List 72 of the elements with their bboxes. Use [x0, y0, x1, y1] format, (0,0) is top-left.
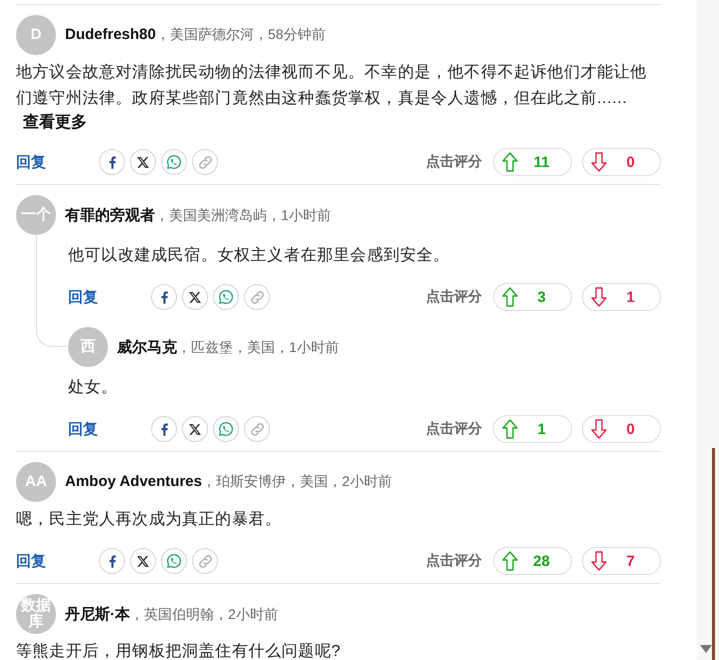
- downvote-button[interactable]: 0: [582, 415, 661, 443]
- facebook-icon: [108, 156, 116, 168]
- whatsapp-icon: [167, 554, 181, 568]
- author-name: Dudefresh80: [65, 26, 156, 43]
- rate-label: 点击评分: [426, 552, 482, 570]
- x-logo-icon: [189, 292, 201, 302]
- x-logo-icon: [189, 424, 201, 434]
- comment-meta: ，珀斯安博伊，美国，2小时前: [202, 473, 392, 489]
- avatar: D: [16, 15, 56, 55]
- arrow-up-icon: [502, 419, 518, 439]
- x-logo-icon: [137, 556, 149, 566]
- downvote-button[interactable]: 1: [582, 283, 661, 311]
- avatar: AA: [16, 462, 56, 502]
- scroll-down-arrow-icon[interactable]: [700, 645, 712, 653]
- upvote-button[interactable]: 28: [493, 547, 572, 575]
- scrollbar-thumb[interactable]: [712, 448, 715, 660]
- comment-meta: ，匹兹堡，美国，1小时前: [177, 338, 339, 354]
- author-name: 丹尼斯·本: [65, 606, 130, 622]
- share-button[interactable]: [151, 284, 177, 310]
- arrow-up-icon: [502, 287, 518, 307]
- avatar: 西: [68, 327, 108, 367]
- arrow-up-icon: [502, 551, 518, 571]
- reply-link[interactable]: 回复: [16, 552, 46, 570]
- upvote-button[interactable]: 3: [493, 283, 572, 311]
- whatsapp-icon: [219, 422, 233, 436]
- comment-text: 处女。: [68, 378, 119, 398]
- share-button[interactable]: [130, 548, 156, 574]
- share-button[interactable]: [99, 149, 125, 175]
- share-button[interactable]: [99, 548, 125, 574]
- comment-text: 他可以改建成民宿。女权主义者在那里会感到安全。: [68, 246, 451, 266]
- arrow-down-icon: [591, 152, 607, 172]
- reply-link[interactable]: 回复: [68, 420, 98, 438]
- comment-text: 嗯，民主党人再次成为真正的暴君。: [16, 510, 283, 530]
- arrow-down-icon: [591, 419, 607, 439]
- downvote-button[interactable]: 7: [582, 547, 661, 575]
- share-button[interactable]: [130, 149, 156, 175]
- whatsapp-icon: [219, 290, 233, 304]
- comment-text: 地方议会故意对清除扰民动物的法律视而不见。不幸的是，他不得不起诉他们才能让他们遵守州法律。政府某些部门竟然由这种蠢货掌权，真是令人遗憾，但在此之前......: [16, 62, 648, 109]
- x-logo-icon: [137, 156, 149, 168]
- share-button[interactable]: [182, 284, 208, 310]
- arrow-up-icon: [502, 152, 518, 172]
- avatar: 数据库: [16, 594, 56, 634]
- upvote-button[interactable]: 1: [493, 415, 572, 443]
- rate-label: 点击评分: [426, 420, 482, 438]
- see-more-link[interactable]: 查看更多: [16, 112, 87, 134]
- reply-link[interactable]: 回复: [68, 288, 98, 306]
- link-icon: [198, 156, 212, 168]
- link-icon: [198, 554, 212, 568]
- arrow-down-icon: [591, 551, 607, 571]
- reply-link[interactable]: 回复: [16, 152, 46, 172]
- comment-text: 等熊走开后，用钢板把洞盖住有什么问题呢?: [16, 642, 342, 660]
- avatar: 一个: [16, 195, 56, 235]
- rate-label: 点击评分: [426, 153, 482, 171]
- share-button[interactable]: [151, 416, 177, 442]
- facebook-icon: [160, 290, 168, 304]
- author-name: 有罪的旁观者: [65, 206, 155, 224]
- link-icon: [250, 290, 264, 304]
- comment-meta: ，英国伯明翰，2小时前: [130, 606, 278, 622]
- author-name: 威尔马克: [117, 338, 177, 356]
- arrow-down-icon: [591, 287, 607, 307]
- whatsapp-icon: [167, 155, 181, 169]
- rate-label: 点击评分: [426, 288, 482, 306]
- facebook-icon: [108, 554, 116, 568]
- link-icon: [250, 422, 264, 436]
- share-button[interactable]: [182, 416, 208, 442]
- comment-meta: ，美国萨德尔河，58分钟前: [156, 26, 326, 42]
- upvote-button[interactable]: 11: [493, 148, 572, 176]
- scrollbar-track[interactable]: [697, 0, 719, 660]
- author-name: Amboy Adventures: [65, 473, 202, 490]
- comment-meta: ，美国美洲湾岛屿，1小时前: [155, 206, 331, 222]
- downvote-button[interactable]: 0: [582, 148, 661, 176]
- facebook-icon: [160, 422, 168, 436]
